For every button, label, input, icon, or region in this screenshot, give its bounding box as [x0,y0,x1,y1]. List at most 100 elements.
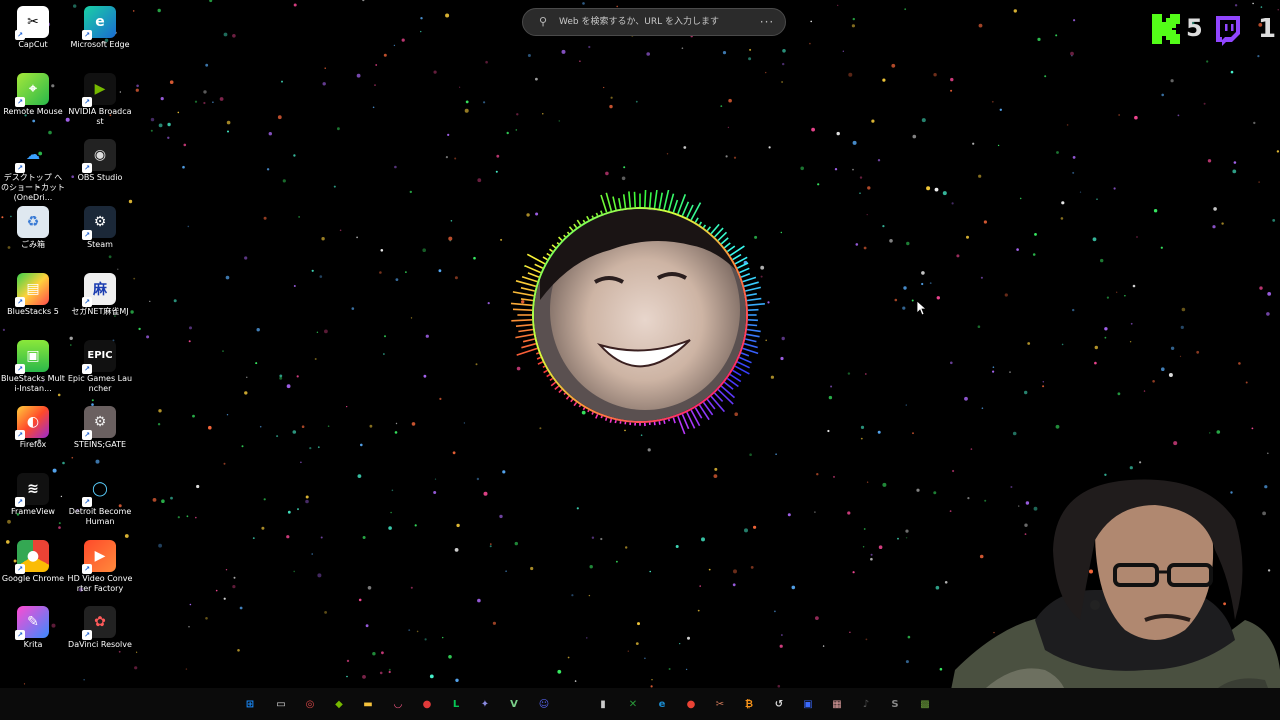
desktop-shortcut-sega-mj[interactable]: 麻 ↗ セガNET麻雀MJ [67,269,133,317]
desktop-shortcut-hd-video-converter[interactable]: ▶ ↗ HD Video Converter Factory [67,536,133,594]
desktop-shortcut-label: NVIDIA Broadcast [68,106,132,126]
app3-icon[interactable]: ▣ [800,696,816,712]
bitcoin-icon[interactable]: ₿ [741,696,757,712]
desktop-shortcut-remote-mouse[interactable]: ⌖ ↗ Remote Mouse [0,69,66,117]
search-input[interactable] [557,16,755,28]
web-search-bar[interactable]: ⚲ ··· [522,8,786,36]
shortcut-arrow-icon: ↗ [82,496,92,507]
desktop-shortcut-bluestacks[interactable]: ▤ ↗ BlueStacks 5 [0,269,66,317]
steam-icon: ⚙ ↗ [82,206,116,241]
desktop-shortcut-label: Steam [87,240,113,250]
desktop-shortcut-label: Firefox [19,440,47,450]
desktop-shortcut-frameview[interactable]: ≋ ↗ FrameView [0,469,66,517]
app-icon[interactable]: ◎ [302,696,318,712]
photo-icon[interactable]: ▦ [829,696,845,712]
edge-icon[interactable]: e [654,696,670,712]
desktop-shortcut-davinci-resolve[interactable]: ✿ ↗ DaVinci Resolve [67,602,133,650]
taskbar: ⊞ ▭ ◎ ◆ ▬ ◡ ● L ✦ V ☺ ▮ ✕ e ● ✂ ₿ ↺ ▣ ▦ ♪ S ▩ [0,688,1280,720]
bluestacks-multi-icon: ▣ ↗ [15,339,49,374]
desktop-shortcut-krita[interactable]: ✎ ↗ Krita [0,602,66,650]
start-icon[interactable]: ⊞ [242,696,258,712]
desktop-shortcut-label: Remote Mouse [3,106,63,116]
frameview-icon: ≋ ↗ [15,472,49,507]
twitch-logo-icon [1216,16,1240,46]
desktop-shortcut-label: Microsoft Edge [70,40,130,49]
desktop-shortcut-onedrive[interactable]: ☁ ↗ デスクトップ へのショートカット (OneDri... [0,135,66,203]
desktop-shortcut-label: STEINS;GATE [73,440,127,450]
desktop-shortcut-steam[interactable]: ⚙ ↗ Steam [67,202,133,250]
shortcut-arrow-icon: ↗ [82,563,92,574]
shortcut-arrow-icon: ↗ [15,630,25,641]
mouse-cursor-icon [916,300,926,316]
xbox-icon[interactable]: ✕ [625,696,641,712]
hd-video-converter-icon: ▶ ↗ [82,539,116,574]
desktop-shortcut-recycle-bin[interactable]: ♻ ごみ箱 [0,202,66,250]
remote-mouse-icon: ⌖ ↗ [15,72,49,107]
more-options-icon[interactable]: ··· [755,15,779,29]
firefox-icon: ◐ ↗ [15,406,49,441]
desktop-shortcut-firefox[interactable]: ◐ ↗ Firefox [0,402,66,450]
desktop-shortcut-capcut[interactable]: ✂ ↗ CapCut [0,2,66,50]
krita-icon: ✎ ↗ [15,606,49,641]
edge-icon: e ↗ [82,6,116,40]
discord-icon[interactable]: ☺ [536,696,552,712]
tools-icon[interactable]: ✂ [712,696,728,712]
desktop-shortcut-label: セガNET麻雀MJ [71,306,129,316]
shortcut-arrow-icon: ↗ [82,363,92,374]
nvidia-broadcast-icon: ▶ ↗ [82,72,116,107]
chrome-icon[interactable]: ● [683,696,699,712]
obs-icon: ◉ ↗ [82,139,116,174]
lips-icon[interactable]: ◡ [390,696,406,712]
desktop-shortcut-detroit[interactable]: ◯ ↗ Detroit Become Human [67,469,133,527]
desktop-shortcut-label: FrameView [11,506,55,516]
desktop-shortcut-label: デスクトップ へのショートカット (OneDri... [1,173,65,203]
twitch-viewer-count: 1 [1258,14,1277,44]
shortcut-arrow-icon: ↗ [15,296,25,307]
desktop-shortcut-label: DaVinci Resolve [68,640,132,650]
shortcut-arrow-icon: ↗ [82,163,92,174]
shortcut-arrow-icon: ↗ [82,296,92,307]
shortcut-arrow-icon: ↗ [82,430,92,441]
desktop-shortcut-edge[interactable]: e ↗ Microsoft Edge [67,2,133,50]
desktop-shortcut-nvidia-broadcast[interactable]: ▶ ↗ NVIDIA Broadcast [67,69,133,127]
app2-icon[interactable]: ▮ [595,696,611,712]
shortcut-arrow-icon: ↗ [15,430,25,441]
desktop-shortcut-label: HD Video Converter Factory [67,573,133,593]
desktop-shortcut-steins-gate[interactable]: ⚙ ↗ STEINS;GATE [67,402,133,450]
search-icon: ⚲ [539,15,548,28]
kick-logo-icon [1152,14,1180,44]
shortcut-arrow-icon: ↗ [82,96,92,107]
shortcut-arrow-icon: ↗ [82,30,92,40]
shortcut-arrow-icon: ↗ [82,630,92,641]
shortcut-arrow-icon: ↗ [15,496,25,507]
shortcut-arrow-icon: ↗ [15,363,25,374]
app4-icon[interactable]: ♪ [858,696,874,712]
back-icon[interactable]: ↺ [771,696,787,712]
line-icon[interactable]: L [448,696,464,712]
chrome-icon: ● ↗ [15,539,49,574]
shortcut-arrow-icon: ↗ [15,30,25,40]
desktop-shortcut-label: ごみ箱 [21,240,45,250]
chat-icon[interactable]: ✦ [477,696,493,712]
record-icon[interactable]: ● [419,696,435,712]
desktop-shortcut-chrome[interactable]: ● ↗ Google Chrome [0,536,66,584]
desktop-shortcut-label: BlueStacks Multi-Instan... [1,373,65,393]
shortcut-arrow-icon: ↗ [82,230,92,241]
desktop-shortcut-label: CapCut [18,40,48,49]
minecraft-icon[interactable]: ▩ [917,696,933,712]
desktop-shortcut-bluestacks-multi[interactable]: ▣ ↗ BlueStacks Multi-Instan... [0,336,66,394]
desktop-shortcut-label: BlueStacks 5 [7,306,59,316]
notes-icon[interactable]: V [506,696,522,712]
epic-games-icon: EPIC ↗ [82,339,116,374]
davinci-resolve-icon: ✿ ↗ [82,606,116,641]
task-view-icon[interactable]: ▭ [273,696,289,712]
steins-gate-icon: ⚙ ↗ [82,406,116,441]
desktop-shortcut-label: Krita [23,640,43,650]
nvidia-icon[interactable]: ◆ [331,696,347,712]
desktop-shortcut-epic-games[interactable]: EPIC ↗ Epic Games Launcher [67,336,133,394]
file-explorer-icon[interactable]: ▬ [360,696,376,712]
desktop-shortcut-label: Detroit Become Human [68,506,132,526]
app5-icon[interactable]: S [887,696,903,712]
desktop-shortcut-obs[interactable]: ◉ ↗ OBS Studio [67,135,133,183]
audio-visualizer-avatar [510,190,765,435]
